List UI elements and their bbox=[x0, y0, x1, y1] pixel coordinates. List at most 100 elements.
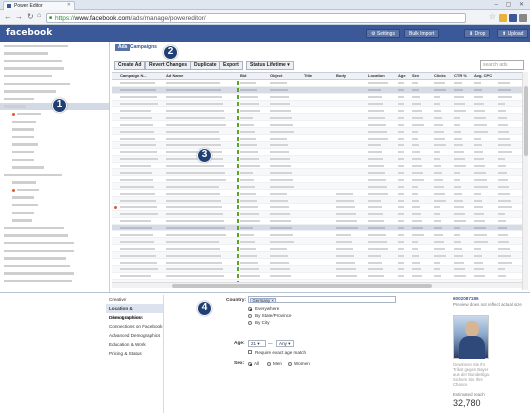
tree-item[interactable] bbox=[0, 224, 109, 232]
table-row[interactable] bbox=[112, 114, 522, 122]
download-button[interactable]: ⬇ Drop bbox=[464, 29, 491, 38]
editor-nav-item[interactable]: Likes & Interests bbox=[106, 313, 163, 322]
export-button[interactable]: Export bbox=[219, 61, 243, 70]
browser-tab[interactable]: Power Editor ✕ bbox=[3, 1, 75, 10]
table-row[interactable] bbox=[112, 204, 522, 211]
table-row[interactable] bbox=[112, 135, 522, 142]
url-input[interactable]: ■ https://www.facebook.com/ads/manage/pow… bbox=[46, 13, 466, 23]
editor-nav-item[interactable]: Location & Demographics bbox=[106, 304, 163, 320]
tree-item[interactable] bbox=[0, 247, 109, 255]
column-header[interactable]: Location bbox=[368, 73, 394, 80]
table-row[interactable] bbox=[112, 121, 522, 129]
tree-item[interactable] bbox=[0, 262, 109, 270]
table-row[interactable] bbox=[112, 238, 522, 246]
table-row[interactable] bbox=[112, 128, 522, 136]
radio-sex-men[interactable] bbox=[267, 362, 271, 366]
tree-item[interactable] bbox=[0, 80, 109, 88]
age-max-select[interactable]: Any ▾ bbox=[276, 340, 294, 347]
tree-item[interactable] bbox=[0, 42, 109, 50]
search-ads-input[interactable]: search ads bbox=[480, 60, 524, 70]
extension-icon[interactable] bbox=[499, 14, 507, 22]
table-row[interactable] bbox=[112, 245, 522, 253]
tree-item[interactable] bbox=[0, 164, 109, 172]
column-header[interactable]: Campaign N... bbox=[120, 73, 164, 80]
tree-item[interactable] bbox=[0, 72, 109, 80]
table-row[interactable] bbox=[112, 273, 522, 280]
table-row[interactable] bbox=[112, 169, 522, 177]
status-filter-dropdown[interactable]: Status Lifetime ▾ bbox=[246, 61, 294, 70]
duplicate-button[interactable]: Duplicate bbox=[190, 61, 221, 70]
tree-item[interactable] bbox=[0, 88, 109, 96]
home-icon[interactable]: ⌂ bbox=[37, 12, 41, 19]
table-row[interactable] bbox=[112, 155, 522, 163]
tree-item[interactable] bbox=[0, 65, 109, 73]
tree-item[interactable] bbox=[0, 232, 109, 240]
tree-item[interactable] bbox=[0, 57, 109, 65]
table-row[interactable] bbox=[112, 176, 522, 184]
table-row[interactable] bbox=[112, 149, 522, 156]
table-row[interactable] bbox=[112, 259, 522, 266]
facebook-extension-icon[interactable] bbox=[509, 14, 517, 22]
tree-item[interactable] bbox=[0, 239, 109, 247]
tab-close-icon[interactable]: ✕ bbox=[67, 2, 71, 8]
editor-nav-item[interactable]: Education & Work bbox=[106, 340, 163, 349]
table-row[interactable] bbox=[112, 86, 522, 94]
column-header[interactable]: Bid bbox=[240, 73, 266, 80]
tree-item[interactable] bbox=[0, 156, 109, 164]
radio-by-city[interactable] bbox=[248, 321, 252, 325]
table-row[interactable] bbox=[112, 224, 522, 232]
settings-button[interactable]: ⚙ Settings bbox=[366, 29, 400, 38]
tree-item[interactable] bbox=[0, 126, 109, 134]
upload-button[interactable]: ⬆ Upload bbox=[497, 29, 529, 38]
reload-icon[interactable]: ↻ bbox=[27, 12, 34, 21]
column-header[interactable]: Ad Name bbox=[166, 73, 232, 80]
tab-campaigns[interactable]: Campaigns bbox=[130, 44, 157, 51]
tree-item[interactable] bbox=[0, 255, 109, 263]
tree-item[interactable] bbox=[0, 209, 109, 217]
column-header[interactable]: Sex bbox=[412, 73, 430, 80]
tree-item[interactable] bbox=[0, 141, 109, 149]
tree-item[interactable] bbox=[0, 201, 109, 209]
column-header[interactable]: Age bbox=[398, 73, 410, 80]
radio-everywhere[interactable] bbox=[248, 307, 252, 311]
table-row[interactable] bbox=[112, 80, 522, 87]
tab-ads[interactable]: Ads bbox=[115, 44, 131, 51]
table-row[interactable] bbox=[112, 265, 522, 273]
table-row[interactable] bbox=[112, 252, 522, 260]
column-header[interactable]: Avg. CPC bbox=[474, 73, 494, 80]
table-row[interactable] bbox=[112, 190, 522, 198]
table-row[interactable] bbox=[112, 100, 522, 108]
editor-nav-item[interactable]: Connections on Facebook bbox=[106, 322, 163, 331]
tree-item[interactable] bbox=[0, 194, 109, 202]
require-age-checkbox[interactable] bbox=[248, 350, 252, 354]
tree-item[interactable] bbox=[0, 270, 109, 278]
scroll-thumb[interactable] bbox=[172, 284, 432, 288]
bulk-import-button[interactable]: Bulk Import bbox=[404, 29, 440, 38]
tree-item[interactable] bbox=[0, 133, 109, 141]
table-row[interactable] bbox=[112, 231, 522, 239]
column-header[interactable]: Body bbox=[336, 73, 364, 80]
create-ad-button[interactable]: Create Ad bbox=[114, 61, 146, 70]
table-row[interactable] bbox=[112, 183, 522, 191]
back-icon[interactable]: ← bbox=[4, 12, 12, 21]
table-row[interactable] bbox=[112, 141, 522, 149]
column-header[interactable]: Clicks bbox=[434, 73, 452, 80]
tree-item[interactable] bbox=[0, 179, 109, 187]
radio-sex-all[interactable] bbox=[248, 362, 252, 366]
forward-icon[interactable]: → bbox=[15, 12, 23, 21]
table-row[interactable] bbox=[112, 94, 522, 101]
preview-ad-id[interactable]: 6002087186 bbox=[453, 296, 479, 301]
radio-by-state[interactable] bbox=[248, 314, 252, 318]
editor-nav-item[interactable]: Creative bbox=[106, 295, 163, 304]
tree-item[interactable] bbox=[0, 50, 109, 58]
bookmark-star-icon[interactable]: ☆ bbox=[489, 12, 496, 21]
window-controls[interactable]: – ▢ ✕ bbox=[495, 1, 527, 8]
table-row[interactable] bbox=[112, 163, 522, 170]
table-row[interactable] bbox=[112, 210, 522, 218]
wrench-menu-icon[interactable] bbox=[519, 14, 527, 22]
age-min-select[interactable]: 21 ▾ bbox=[248, 340, 266, 347]
tree-item[interactable] bbox=[0, 186, 109, 194]
grid-vertical-scrollbar[interactable] bbox=[522, 72, 528, 290]
column-header[interactable]: Title bbox=[304, 73, 332, 80]
revert-changes-button[interactable]: Revert Changes bbox=[145, 61, 192, 70]
